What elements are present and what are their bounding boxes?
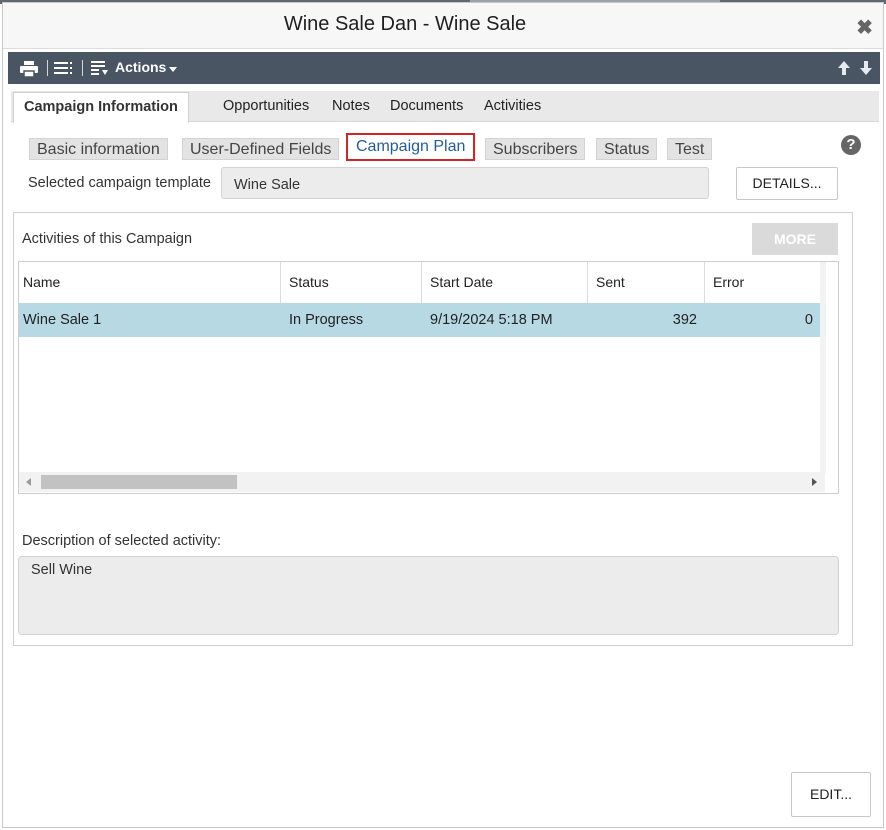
subtab-campaign-plan[interactable]: Campaign Plan xyxy=(346,133,476,161)
activities-grid: Name Status Start Date Sent Error Wine S… xyxy=(18,261,839,494)
cell-sent: 392 xyxy=(672,312,697,328)
subtab-status[interactable]: Status xyxy=(596,138,658,160)
arrow-down-icon[interactable] xyxy=(860,61,872,80)
dialog-toolbar: Actions xyxy=(8,52,880,84)
tab-campaign-information[interactable]: Campaign Information xyxy=(13,92,189,123)
table-row[interactable]: Wine Sale 1 In Progress 9/19/2024 5:18 P… xyxy=(19,303,825,337)
tab-documents[interactable]: Documents xyxy=(390,91,463,121)
cell-error: 0 xyxy=(804,312,813,328)
chevron-down-icon[interactable] xyxy=(169,67,177,72)
toolbar-separator xyxy=(47,60,48,76)
toolbar-separator xyxy=(82,60,83,76)
column-header-start-date[interactable]: Start Date xyxy=(422,262,588,303)
print-icon[interactable] xyxy=(20,61,38,82)
grid-header: Name Status Start Date Sent Error xyxy=(19,262,821,304)
subtab-test[interactable]: Test xyxy=(667,138,713,160)
subtab-subscribers[interactable]: Subscribers xyxy=(485,138,586,160)
cell-start-date: 9/19/2024 5:18 PM xyxy=(430,312,553,328)
scrollbar-thumb[interactable] xyxy=(41,475,237,489)
description-field[interactable]: Sell Wine xyxy=(18,556,839,635)
column-header-error[interactable]: Error xyxy=(705,262,821,303)
vertical-scrollbar[interactable] xyxy=(820,262,826,473)
subtab-user-defined-fields[interactable]: User-Defined Fields xyxy=(182,138,340,160)
dialog-title: Wine Sale Dan - Wine Sale xyxy=(283,13,527,35)
scroll-left-icon[interactable] xyxy=(26,478,31,486)
more-button[interactable]: MORE xyxy=(752,223,838,255)
dialog-titlebar[interactable]: Wine Sale Dan - Wine Sale ✖ xyxy=(3,3,883,49)
description-label: Description of selected activity: xyxy=(22,533,222,549)
actions-menu[interactable]: Actions xyxy=(115,59,166,75)
column-header-status[interactable]: Status xyxy=(281,262,422,303)
help-icon[interactable]: ? xyxy=(841,135,861,155)
activities-label: Activities of this Campaign xyxy=(22,231,193,247)
tab-opportunities[interactable]: Opportunities xyxy=(223,91,309,121)
list-icon[interactable] xyxy=(54,61,74,80)
horizontal-scrollbar[interactable] xyxy=(19,472,825,492)
column-header-name[interactable]: Name xyxy=(19,262,281,303)
cell-name: Wine Sale 1 xyxy=(23,312,102,328)
close-icon[interactable]: ✖ xyxy=(856,15,873,40)
edit-button[interactable]: EDIT... xyxy=(791,772,871,817)
tab-activities[interactable]: Activities xyxy=(484,91,541,121)
cell-status: In Progress xyxy=(289,312,364,328)
campaign-dialog: Wine Sale Dan - Wine Sale ✖ Actions Camp… xyxy=(2,2,884,828)
actions-list-icon[interactable] xyxy=(91,60,109,81)
subtab-basic-information[interactable]: Basic information xyxy=(29,138,168,160)
campaign-template-field[interactable]: Wine Sale xyxy=(221,167,709,199)
main-tabs: Campaign Information Opportunities Notes… xyxy=(11,91,879,123)
tab-notes[interactable]: Notes xyxy=(332,91,370,121)
column-header-sent[interactable]: Sent xyxy=(588,262,705,303)
arrow-up-icon[interactable] xyxy=(838,61,850,80)
campaign-template-label: Selected campaign template xyxy=(28,175,211,191)
scroll-right-icon[interactable] xyxy=(812,478,817,486)
details-button[interactable]: DETAILS... xyxy=(736,167,838,200)
